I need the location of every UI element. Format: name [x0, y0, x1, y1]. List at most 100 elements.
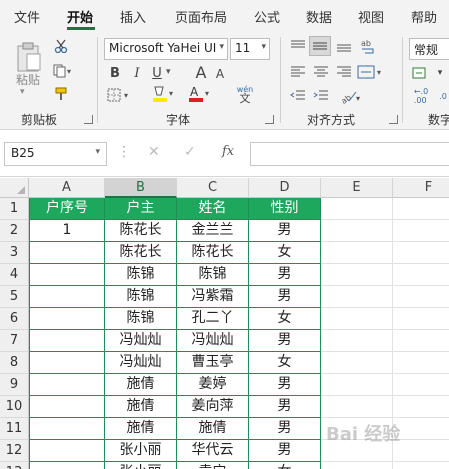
row-header[interactable]: 12 [0, 440, 29, 462]
empty-cell[interactable] [393, 374, 449, 396]
table-cell[interactable]: 陈花长 [105, 220, 177, 242]
orientation-icon[interactable]: ab ▾ [338, 86, 364, 106]
enter-icon[interactable]: ✓ [184, 144, 196, 160]
row-header[interactable]: 4 [0, 264, 29, 286]
column-header-d[interactable]: D [249, 178, 321, 198]
cancel-icon[interactable]: ✕ [148, 144, 160, 160]
empty-cell[interactable] [321, 264, 393, 286]
row-header[interactable]: 5 [0, 286, 29, 308]
table-cell[interactable]: 男 [249, 440, 321, 462]
align-right-icon[interactable] [334, 63, 354, 81]
merge-center-icon[interactable]: ▾ [356, 62, 386, 82]
paste-button-label[interactable]: 粘贴 [16, 71, 40, 88]
table-cell[interactable]: 男 [249, 396, 321, 418]
empty-cell[interactable] [321, 286, 393, 308]
tab-view[interactable]: 视图 [358, 7, 384, 26]
wrap-text-icon[interactable]: ab [358, 37, 378, 57]
column-header-b[interactable]: B [105, 178, 177, 198]
tab-page-layout[interactable]: 页面布局 [175, 7, 227, 26]
tab-file[interactable]: 文件 [14, 7, 40, 26]
top-align-icon[interactable] [288, 37, 308, 55]
tab-insert[interactable]: 插入 [120, 7, 146, 26]
formula-input[interactable] [250, 142, 449, 166]
table-cell[interactable] [29, 242, 105, 264]
column-header-f[interactable]: F [393, 178, 449, 198]
font-dialog-launcher-icon[interactable] [265, 115, 274, 124]
row-header[interactable]: 6 [0, 308, 29, 330]
select-all-button[interactable] [0, 178, 29, 198]
column-header-a[interactable]: A [29, 178, 105, 198]
table-cell[interactable]: 男 [249, 330, 321, 352]
phonetic-guide-icon[interactable]: wén 文 [234, 83, 256, 105]
empty-cell[interactable] [393, 308, 449, 330]
table-cell[interactable]: 孔二丫 [177, 308, 249, 330]
table-cell[interactable]: 冯灿灿 [105, 330, 177, 352]
font-color-icon[interactable]: A ▾ [186, 83, 214, 105]
table-cell[interactable]: 1 [29, 220, 105, 242]
table-cell[interactable]: 曹玉亭 [177, 352, 249, 374]
number-format-dropdown[interactable]: 常规 [409, 38, 449, 60]
empty-cell[interactable] [321, 374, 393, 396]
row-header[interactable]: 1 [0, 198, 29, 220]
tab-data[interactable]: 数据 [306, 7, 332, 26]
alignment-dialog-launcher-icon[interactable] [389, 115, 398, 124]
name-box[interactable]: B25 ▾ [4, 142, 107, 166]
empty-cell[interactable] [393, 440, 449, 462]
table-cell[interactable]: 女 [249, 462, 321, 469]
table-cell[interactable] [29, 418, 105, 440]
empty-cell[interactable] [393, 286, 449, 308]
table-cell[interactable]: 陈花长 [105, 242, 177, 264]
decrease-indent-icon[interactable] [288, 87, 308, 105]
table-cell[interactable]: 男 [249, 220, 321, 242]
table-cell[interactable]: 施倩 [105, 374, 177, 396]
font-size-dropdown[interactable]: 11 ▾ [230, 38, 270, 60]
bold-button[interactable]: B [108, 63, 122, 83]
empty-cell[interactable] [321, 308, 393, 330]
tab-help[interactable]: 帮助 [411, 7, 437, 26]
table-cell[interactable]: 男 [249, 286, 321, 308]
table-header-cell[interactable]: 性别 [249, 198, 321, 220]
table-cell[interactable] [29, 264, 105, 286]
table-cell[interactable]: 袁宁 [177, 462, 249, 469]
empty-cell[interactable] [321, 330, 393, 352]
align-center-icon[interactable] [311, 63, 331, 81]
table-cell[interactable] [29, 440, 105, 462]
row-header[interactable]: 8 [0, 352, 29, 374]
table-cell[interactable] [29, 462, 105, 469]
row-header[interactable]: 13 [0, 462, 29, 469]
table-cell[interactable]: 陈锦 [105, 286, 177, 308]
increase-font-size-button[interactable]: A [194, 61, 208, 83]
table-cell[interactable]: 冯灿灿 [177, 330, 249, 352]
table-cell[interactable]: 男 [249, 418, 321, 440]
table-cell[interactable]: 陈锦 [105, 308, 177, 330]
empty-cell[interactable] [393, 242, 449, 264]
table-cell[interactable]: 施倩 [177, 418, 249, 440]
font-name-dropdown[interactable]: Microsoft YaHei UI ▾ [104, 38, 228, 60]
table-cell[interactable] [29, 352, 105, 374]
italic-button[interactable]: I [130, 63, 144, 83]
table-cell[interactable]: 施倩 [105, 396, 177, 418]
fill-color-icon[interactable]: ▾ [150, 83, 178, 105]
increase-indent-icon[interactable] [311, 87, 331, 105]
empty-cell[interactable] [393, 330, 449, 352]
row-header[interactable]: 3 [0, 242, 29, 264]
table-header-cell[interactable]: 姓名 [177, 198, 249, 220]
table-cell[interactable] [29, 374, 105, 396]
cut-icon[interactable] [53, 38, 69, 54]
copy-icon[interactable]: ▾ [52, 63, 74, 79]
decrease-decimal-icon[interactable]: .0 [436, 87, 449, 105]
table-cell[interactable] [29, 396, 105, 418]
row-header[interactable]: 2 [0, 220, 29, 242]
tab-home[interactable]: 开始 [67, 7, 93, 26]
bottom-align-icon[interactable] [334, 37, 354, 55]
tab-formulas[interactable]: 公式 [254, 7, 280, 26]
empty-cell[interactable] [393, 352, 449, 374]
empty-cell[interactable] [393, 462, 449, 469]
insert-function-icon[interactable]: fx [222, 144, 234, 159]
empty-cell[interactable] [393, 264, 449, 286]
chevron-down-icon[interactable]: ▾ [95, 147, 100, 157]
table-cell[interactable]: 陈锦 [105, 264, 177, 286]
decrease-font-size-button[interactable]: A [214, 64, 226, 84]
table-header-cell[interactable]: 户序号 [29, 198, 105, 220]
paste-icon[interactable] [12, 39, 46, 75]
